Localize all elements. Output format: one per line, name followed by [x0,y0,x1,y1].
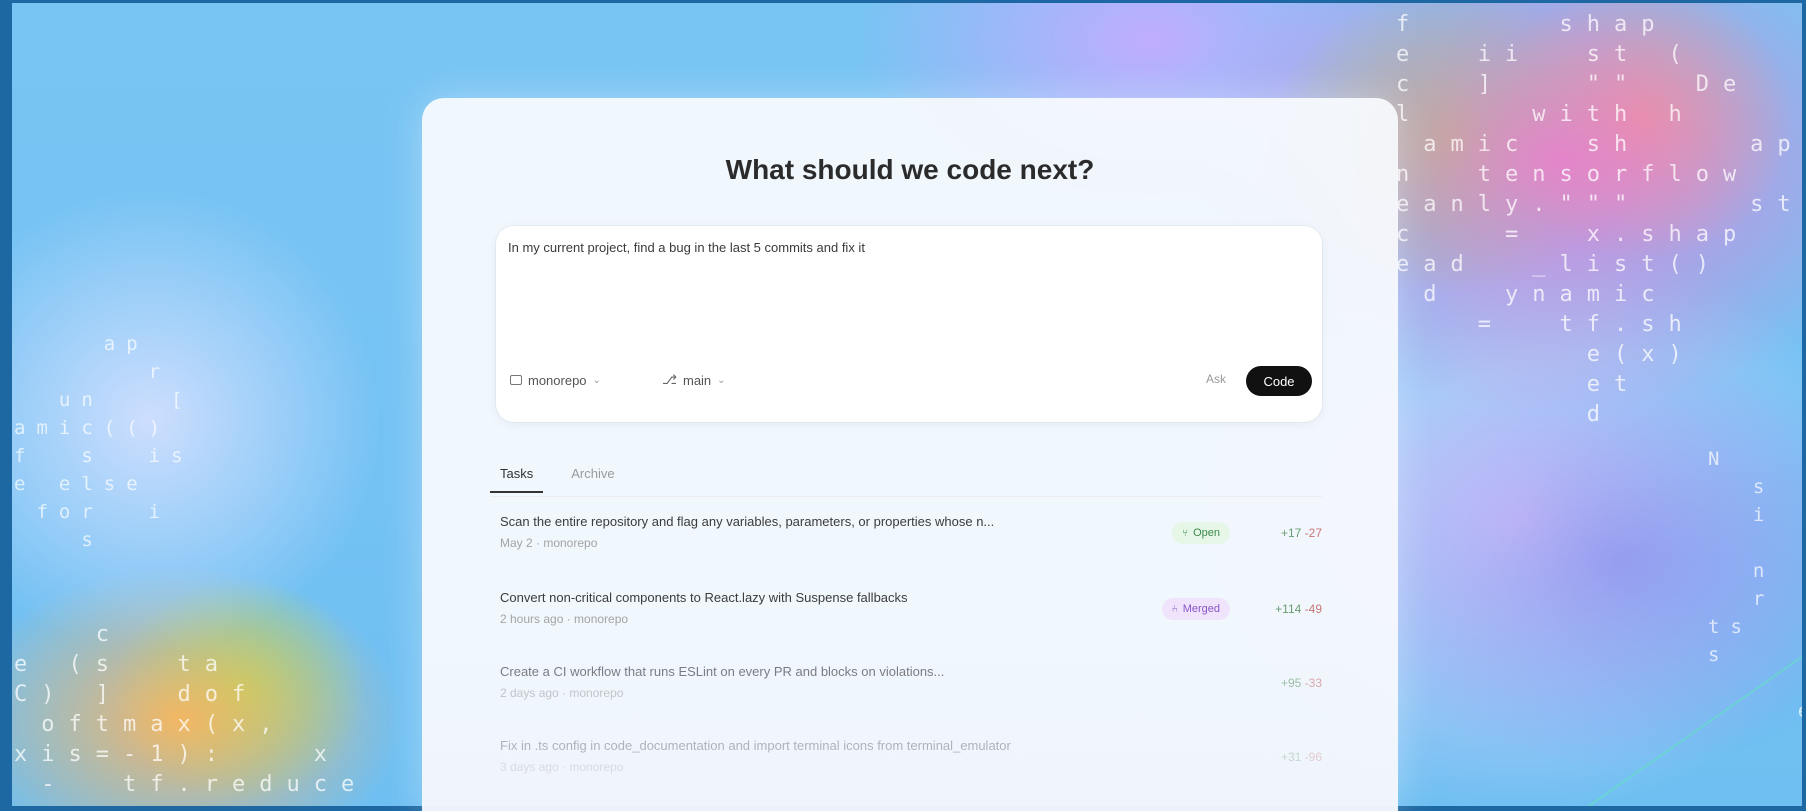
repo-label: monorepo [528,372,587,388]
decorative-line [1586,651,1806,811]
diff-stats: +31 -96 [1281,750,1322,764]
task-meta: 2 days ago · monorepo [500,686,624,700]
task-meta: May 2 · monorepo [500,536,598,550]
branch-icon: ⎇ [662,372,677,387]
deletions-count: -33 [1304,676,1322,690]
status-badge-label: Open [1193,527,1220,539]
diff-stats: +95 -33 [1281,676,1322,690]
additions-count: +31 [1280,750,1302,764]
task-row[interactable]: Create a CI workflow that runs ESLint on… [500,664,1322,720]
prompt-composer[interactable]: In my current project, find a bug in the… [496,226,1322,422]
task-row[interactable]: Convert non-critical components to React… [500,590,1322,646]
code-button[interactable]: Code [1246,366,1312,396]
chevron-down-icon: ⌄ [717,374,726,386]
page-title: What should we code next? [725,154,1095,185]
deletions-count: -96 [1304,750,1322,764]
additions-count: +114 [1275,602,1302,616]
additions-count: +95 [1280,676,1302,690]
task-title: Convert non-critical components to React… [500,590,908,605]
task-title: Create a CI workflow that runs ESLint on… [500,664,945,679]
background-code-bottom-left: c e (s ta C) ] dof oftmax(x, xis=-1): x … [14,622,369,797]
chevron-down-icon: ⌄ [592,374,601,386]
task-meta: 2 hours ago · monorepo [500,612,629,626]
tab-archive[interactable]: Archive [561,458,624,493]
diff-stats: +114 -49 [1275,602,1322,616]
prompt-input[interactable]: In my current project, find a bug in the… [508,240,865,255]
task-row[interactable]: Scan the entire repository and flag any … [500,514,1322,570]
additions-count: +17 [1280,526,1302,540]
pull-request-icon: ⑂ [1182,527,1189,539]
task-meta: 3 days ago · monorepo [500,760,624,774]
merge-icon: ⑃ [1171,603,1178,615]
task-row[interactable]: Fix in .ts config in code_documentation … [500,738,1322,794]
tab-tasks[interactable]: Tasks [490,458,544,493]
branch-selector[interactable]: ⎇ main ⌄ [662,366,726,394]
repo-icon [510,375,522,385]
diff-stats: +17 -27 [1281,526,1322,540]
task-title: Fix in .ts config in code_documentation … [500,738,1011,753]
status-badge-merged: ⑃ Merged [1161,598,1230,620]
status-badge-open: ⑂ Open [1172,522,1230,544]
branch-label: main [682,372,712,388]
task-title: Scan the entire repository and flag any … [500,514,995,529]
main-card: What should we code next? In my current … [422,98,1398,811]
background-code-left: ap r un [ amic(() f s is e else for i s [14,333,194,551]
status-badge-label: Merged [1182,603,1220,615]
deletions-count: -27 [1304,526,1322,540]
background-code-top-right: f shap e ii st ( c ] "" De a l with h dp… [1396,12,1806,427]
ask-button[interactable]: Ask [1206,372,1226,386]
deletions-count: -49 [1304,602,1322,616]
task-tabs: Tasks Archive [490,458,625,493]
tabs-divider [490,496,1322,497]
repo-selector[interactable]: monorepo ⌄ [510,366,601,394]
